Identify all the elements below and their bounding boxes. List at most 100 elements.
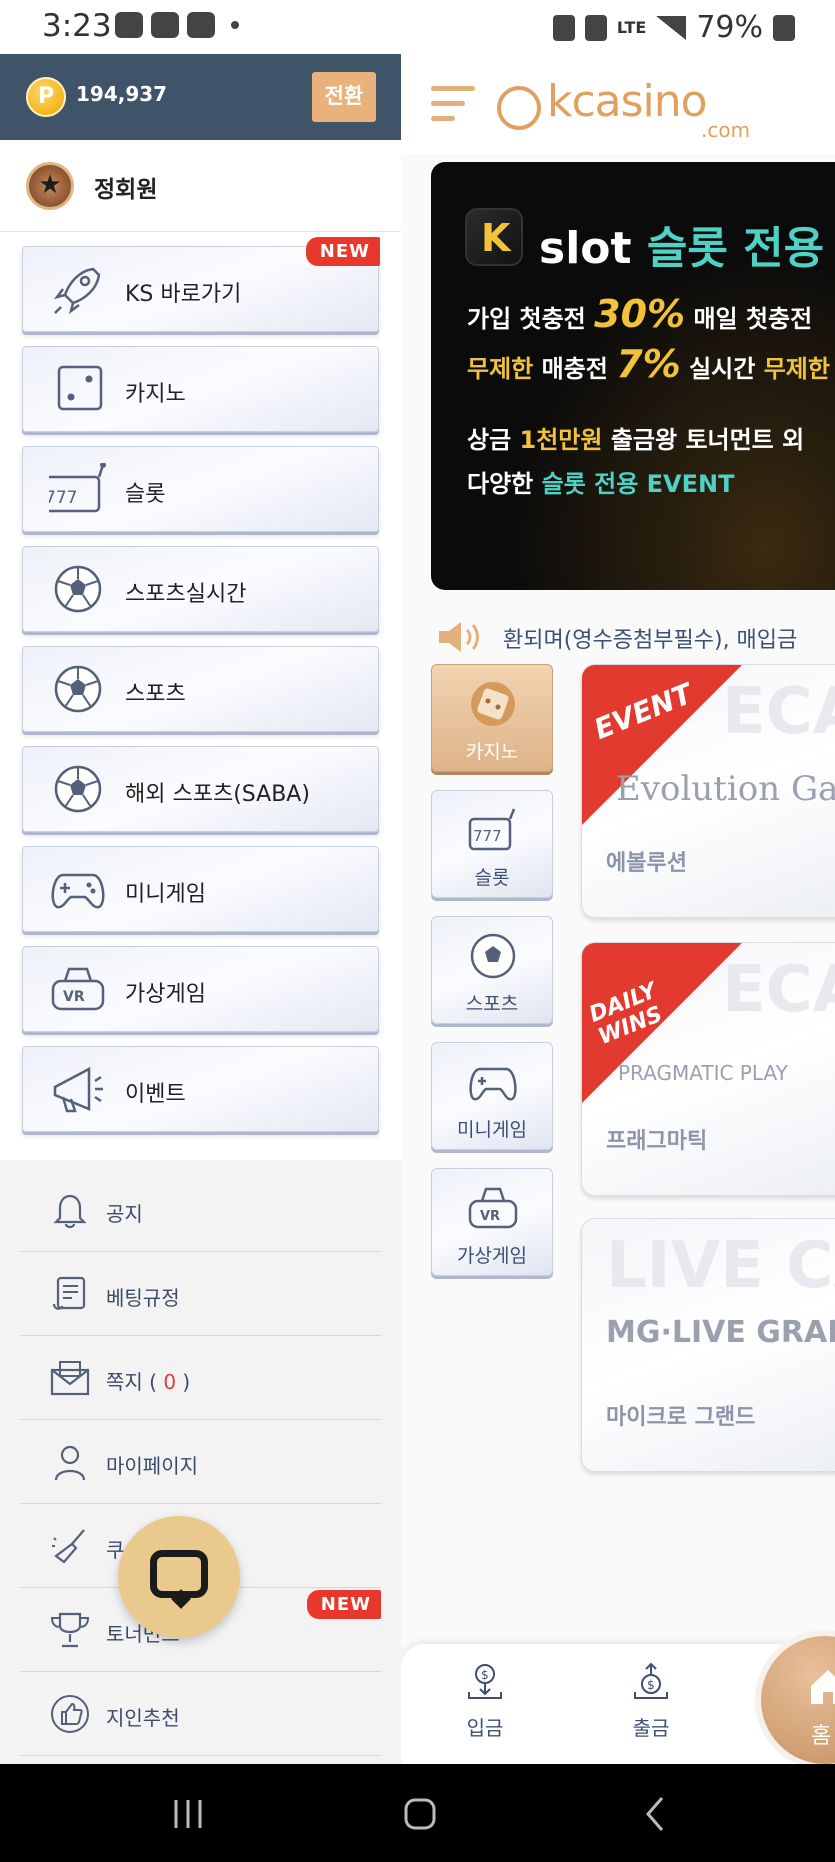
tab-virtual-game[interactable]: VR 가상게임 [431,1168,553,1276]
provider-card-pragmatic[interactable]: ECAS DAILY WINS PRAGMATIC PLAY 프래그마틱 [581,942,835,1196]
nav-withdraw[interactable]: $ 출금 [611,1662,691,1741]
k-logo-icon [465,208,523,266]
notice-text: 환되며(영수증첨부필수), 매입금 [503,628,798,653]
tab-label: 가상게임 [457,1245,527,1267]
battery-icon [773,14,795,41]
menu-item-virtual-game[interactable]: VR 가상게임 [22,946,379,1032]
svg-text:$: $ [481,1668,489,1682]
provider-name: 마이크로 그랜드 [606,1405,756,1430]
recent-apps-icon[interactable] [168,1794,208,1834]
user-icon [54,1445,86,1481]
banner-brand: slot [539,223,632,274]
home-nav-icon[interactable] [400,1794,440,1834]
menu-item-label: KS 바로가기 [125,282,242,307]
live-chat-button[interactable] [118,1516,240,1638]
menu-item-label: 공지 [106,1202,143,1226]
status-bar: 3:23 LTE 79% [0,0,835,54]
chat-notification-icon [115,12,143,38]
back-icon[interactable] [636,1794,676,1834]
menu-item-referral[interactable]: 지인추천 [20,1672,381,1756]
switch-button[interactable]: 전환 [312,72,376,122]
nav-label: 출금 [632,1716,670,1740]
message-count: 0 [163,1370,177,1394]
tab-slot[interactable]: 777 슬롯 [431,790,553,898]
hamburger-menu-icon[interactable] [431,86,475,126]
provider-logo: PRAGMATIC PLAY [618,1061,788,1085]
member-star-icon: ★ [26,162,74,210]
drawer-header: P 194,937 전환 [0,54,401,140]
banner-text: 가입 첫충전 [467,305,586,333]
banner-text: 다양한 [467,470,534,498]
gamepad-icon [469,1067,517,1101]
menu-item-overseas-sports[interactable]: 해외 스포츠(SABA) [22,746,379,832]
tab-minigame[interactable]: 미니게임 [431,1042,553,1150]
svg-text:$: $ [647,1678,655,1692]
menu-item-live-sports[interactable]: 스포츠실시간 [22,546,379,632]
main-content: kcasino .com slot 슬롯 전용 혜 가입 첫충전 30% 매일 … [401,54,835,1764]
menu-item-event[interactable]: 이벤트 [22,1046,379,1132]
more-notifications-icon [231,21,239,29]
menu-item-notice[interactable]: 공지 [20,1168,381,1252]
menu-item-label: 베팅규정 [106,1286,180,1310]
menu-item-label: 미니게임 [125,882,206,907]
banner-line-2: 무제한 매충전 7% 실시간 무제한 [467,342,830,386]
svg-text:777: 777 [473,827,502,845]
provider-card-evolution[interactable]: ECAS EVENT Evolution Gaming 에볼루션 [581,664,835,918]
banner-text: 상금 [467,426,512,454]
menu-item-betting-rules[interactable]: 베팅규정 [20,1252,381,1336]
notice-ticker[interactable]: 환되며(영수증첨부필수), 매입금 [433,610,835,662]
tab-label: 스포츠 [465,993,519,1015]
tab-label: 슬롯 [474,867,510,889]
point-coin-icon: P [26,77,66,117]
menu-item-label: 가상게임 [125,982,206,1007]
gamepad-icon [51,873,105,909]
bell-icon [53,1194,87,1229]
banner-text: 무제한 [763,355,830,383]
broom-icon [52,1529,85,1564]
menu-item-label: 지인추천 [106,1706,180,1730]
home-label: 홈 [811,1724,832,1749]
provider-card-mg-grand[interactable]: LIVE CAS MG·LIVE GRAND 마이크로 그랜드 [581,1218,835,1472]
home-icon [811,1670,835,1704]
slot-machine-icon: 777 [49,463,106,513]
youtube-icon [151,12,179,38]
logo-text: kcasino [547,76,708,127]
menu-item-sports[interactable]: 스포츠 [22,646,379,732]
alarm-icon [584,14,607,41]
menu-item-slot[interactable]: 777 슬롯 [22,446,379,532]
banner-text: 슬롯 전용 EVENT [541,470,735,498]
nav-deposit[interactable]: $ 입금 [445,1662,525,1741]
withdraw-icon: $ [634,1662,668,1699]
rocket-icon [53,267,101,315]
menu-item-label: 마이페이지 [106,1454,198,1478]
deposit-icon: $ [468,1664,502,1699]
menu-item-minigame[interactable]: 미니게임 [22,846,379,932]
banner-text: 출금왕 토너먼트 외 [610,426,805,454]
menu-item-casino[interactable]: 카지노 [22,346,379,432]
tab-casino[interactable]: 카지노 [431,664,553,772]
dice-icon [471,682,515,726]
soccer-ball-icon [54,565,102,613]
menu-item-ks-shortcut[interactable]: KS 바로가기 NEW [22,237,380,332]
menu-item-label: 쪽지 ( 0 ) [106,1370,191,1394]
tab-sports[interactable]: 스포츠 [431,916,553,1024]
tab-label: 미니게임 [457,1119,527,1141]
soccer-ball-icon [54,665,102,713]
banner-percent: 30% [594,292,686,336]
banner-line-3: 상금 1천만원 출금왕 토너먼트 외 [467,420,804,455]
menu-item-messages[interactable]: 쪽지 ( 0 ) [20,1336,381,1420]
logo-domain: .com [701,118,751,142]
feather-icon [187,12,215,38]
banner-percent: 7% [616,342,681,386]
card-watermark: LIVE CAS [606,1229,835,1303]
promo-banner[interactable]: slot 슬롯 전용 혜 가입 첫충전 30% 매일 첫충전 무제한 매충전 7… [431,162,835,590]
thumbs-up-icon [51,1695,89,1733]
menu-item-mypage[interactable]: 마이페이지 [20,1420,381,1504]
banner-text: 실시간 [689,355,756,383]
svg-text:VR: VR [480,1209,500,1224]
menu-item-label: 스포츠 [125,682,186,707]
trophy-icon [50,1612,90,1648]
logo-chip-icon [497,86,541,130]
dice-icon [57,365,103,411]
banner-text: 매일 첫충전 [693,305,813,333]
